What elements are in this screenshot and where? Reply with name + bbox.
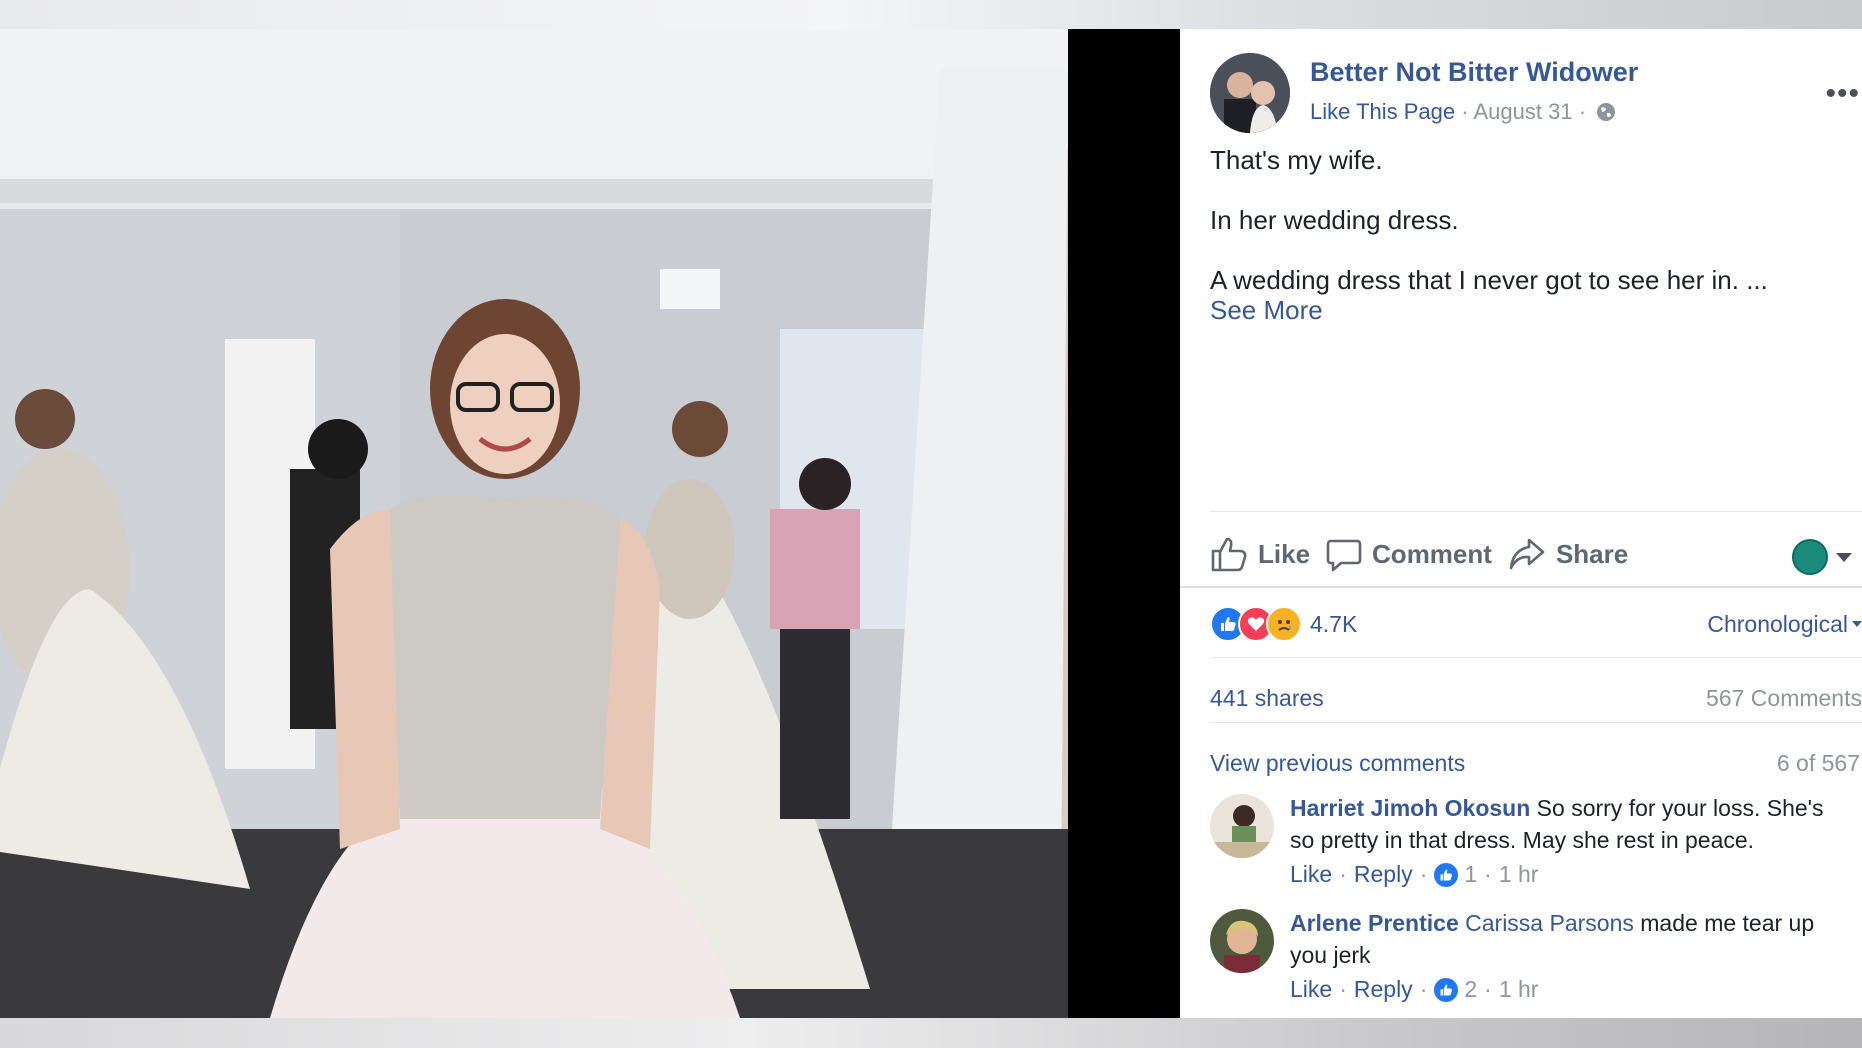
thumbs-up-icon [1211,537,1247,572]
post-text-line: In her wedding dress. [1210,205,1459,235]
top-frame-bar [0,0,1862,29]
sad-reaction-icon [1266,606,1302,642]
reaction-count: 4.7K [1310,610,1358,637]
divider [1210,511,1862,512]
comment-body: Harriet Jimoh Okosun So sorry for your l… [1290,792,1850,856]
bridal-shop-photo [0,29,1068,1018]
meta-separator: · [1461,99,1474,124]
post-photo[interactable] [0,29,1068,1018]
commenting-as-selector[interactable] [1792,539,1852,575]
comments-count[interactable]: 567 Comments [1706,685,1862,712]
meta-separator: · [1339,976,1347,1002]
comment-order-dropdown[interactable]: Chronological [1707,611,1862,638]
post-text-line: That's my wife. [1210,145,1383,175]
meta-separator: · [1484,861,1492,887]
comment-bubble-icon [1326,539,1362,572]
divider [1180,586,1862,588]
meta-separator: · [1419,861,1428,887]
bottom-frame-bar [0,1018,1862,1048]
see-more-link[interactable]: See More [1210,295,1323,326]
order-label: Chronological [1707,611,1848,637]
more-options-icon[interactable]: ••• [1825,79,1860,109]
chevron-down-icon [1852,621,1862,627]
user-photo-icon [1210,909,1274,973]
page-name[interactable]: Better Not Bitter Widower [1310,57,1638,88]
meta-separator: · [1484,976,1492,1002]
like-label: Like [1258,538,1311,569]
post-date[interactable]: August 31 [1474,99,1573,124]
commenter-avatar [1792,539,1828,575]
comment-like-link[interactable]: Like [1290,861,1332,888]
post-text-line: A wedding dress that I never got to see … [1210,265,1768,295]
meta-separator: · [1419,976,1428,1002]
comment-like-count[interactable]: 2 [1464,976,1477,1003]
view-previous-comments-link[interactable]: View previous comments [1210,750,1465,777]
post-meta: Like This Page · August 31 · [1310,99,1616,125]
couple-avatar-icon [1210,53,1290,133]
comment-like-link[interactable]: Like [1290,976,1332,1003]
comment-time[interactable]: 1 hr [1499,861,1539,888]
commenter-avatar[interactable] [1210,909,1274,973]
action-bar: Like Comment Share [1210,529,1644,579]
shares-link[interactable]: 441 shares [1210,685,1324,712]
commenter-avatar[interactable] [1210,794,1274,858]
page-avatar[interactable] [1210,53,1290,133]
meta-separator: · [1578,99,1593,124]
user-photo-icon [1210,794,1274,858]
reaction-summary[interactable]: 4.7K [1210,606,1357,642]
comment-body: Arlene Prentice Carissa Parsons made me … [1290,907,1850,971]
comment-label: Comment [1372,538,1492,569]
photo-letterbox [1068,29,1180,1018]
chevron-down-icon [1836,552,1852,562]
post-panel: Better Not Bitter Widower Like This Page… [1180,29,1862,1018]
like-page-link[interactable]: Like This Page [1310,99,1455,124]
like-reaction-icon [1434,862,1459,887]
like-button[interactable]: Like [1210,536,1310,572]
divider [1210,722,1862,723]
meta-separator: · [1339,861,1347,887]
share-label: Share [1555,538,1629,569]
comment-reply-link[interactable]: Reply [1354,976,1413,1003]
share-button[interactable]: Share [1508,536,1628,572]
divider [1210,657,1862,658]
comment-actions: Like · Reply · 2 · 1 hr [1290,976,1538,1003]
globe-icon [1597,103,1616,121]
comment-range: 6 of 567 [1776,750,1860,776]
comment-like-count[interactable]: 1 [1464,861,1477,888]
share-arrow-icon [1509,538,1545,570]
comment-reply-link[interactable]: Reply [1354,861,1413,888]
commenter-name[interactable]: Harriet Jimoh Okosun [1290,795,1530,821]
commenter-name[interactable]: Arlene Prentice [1290,910,1459,936]
like-reaction-icon [1434,977,1459,1002]
mentioned-user-link[interactable]: Carissa Parsons [1465,910,1634,936]
comment-actions: Like · Reply · 1 · 1 hr [1290,861,1538,888]
comment-time[interactable]: 1 hr [1499,976,1539,1003]
comment-button[interactable]: Comment [1326,536,1492,572]
